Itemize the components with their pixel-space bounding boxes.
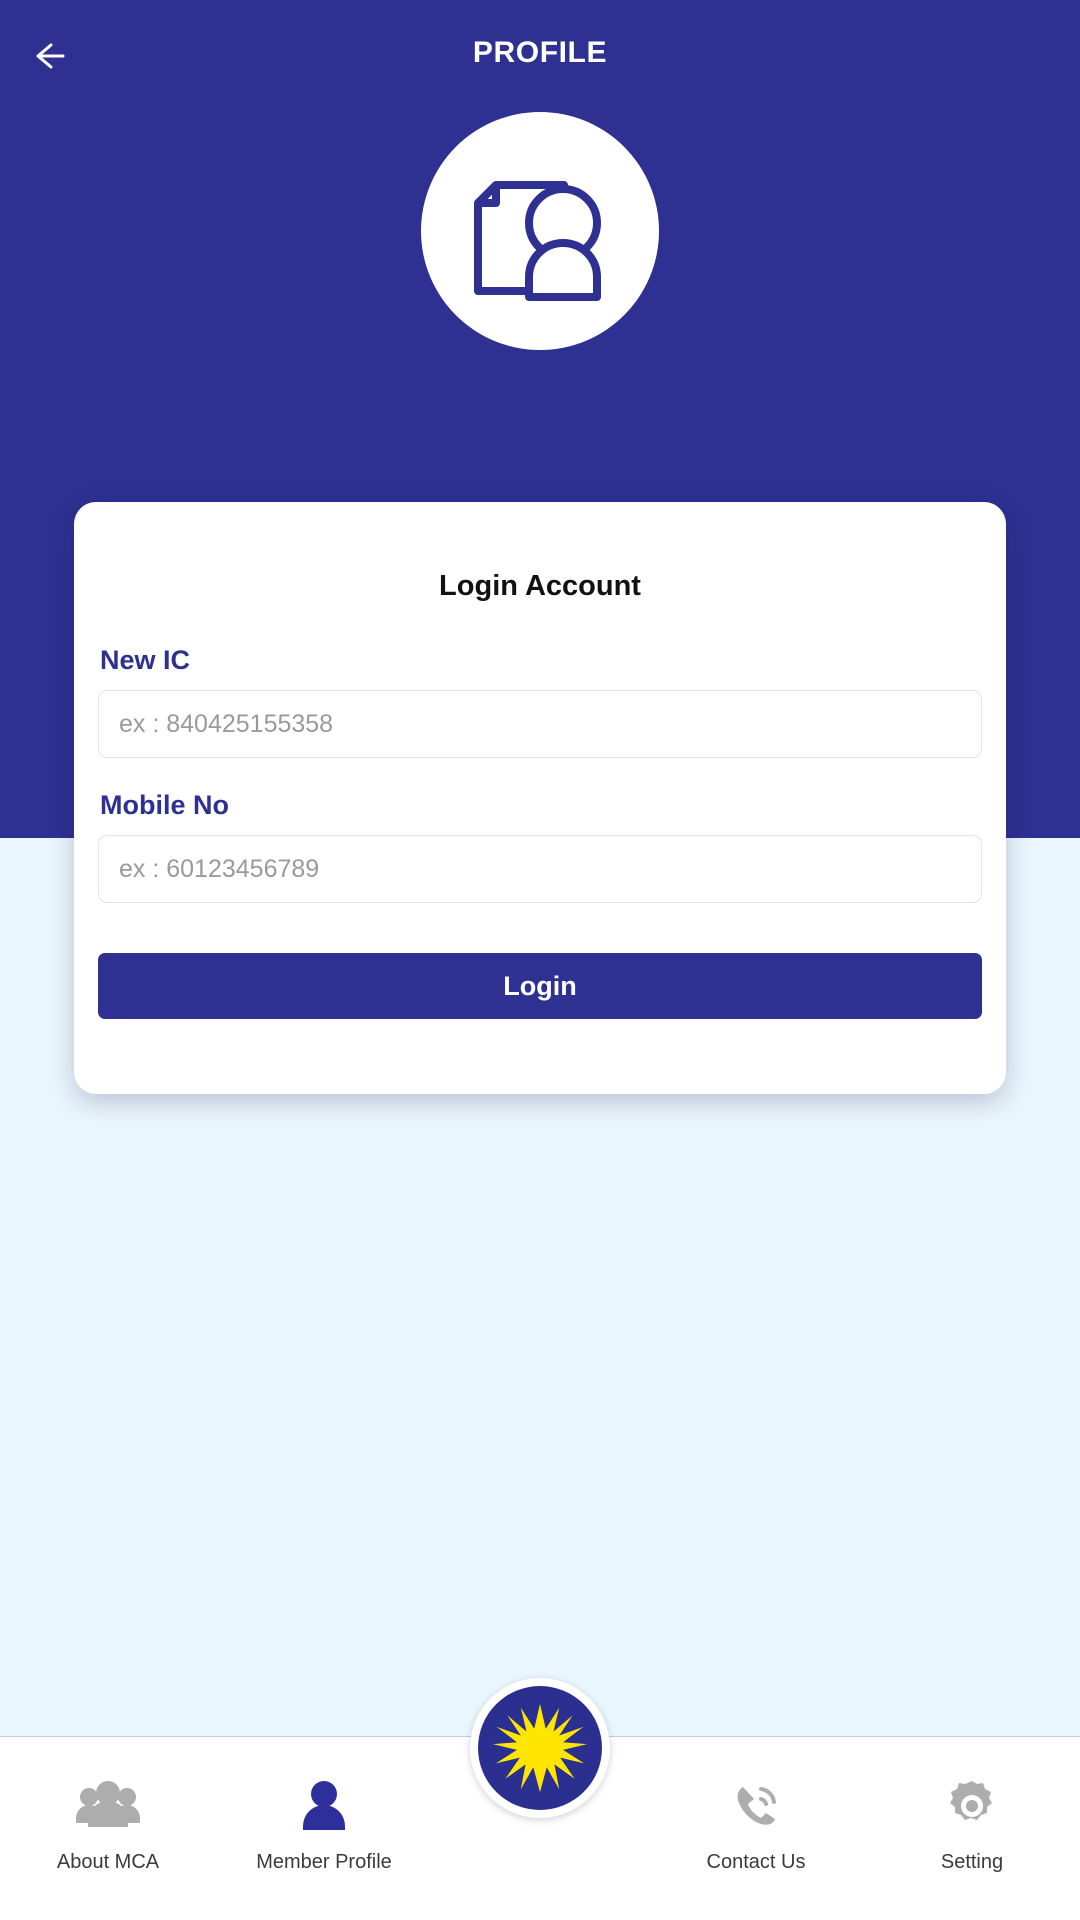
nav-label-member-profile: Member Profile [256,1851,392,1873]
nav-item-member-profile[interactable]: Member Profile [216,1737,432,1920]
people-group-icon [74,1775,142,1837]
phone-call-icon [730,1775,782,1837]
nav-item-about-mca[interactable]: About MCA [0,1737,216,1920]
login-card-title: Login Account [439,570,641,602]
field-group-mobile-no: Mobile No [98,790,982,903]
new-ic-input[interactable] [98,690,982,758]
mobile-no-label: Mobile No [100,790,229,820]
nav-label-about-mca: About MCA [56,1851,160,1873]
new-ic-label: New IC [100,645,191,675]
gear-icon [945,1775,999,1837]
page-title: PROFILE [472,36,608,69]
profile-login-screen: PROFILE Login Account New IC Mobile No [0,0,1080,1920]
login-button[interactable]: Login [98,953,982,1019]
nav-label-contact-us: Contact Us [706,1851,806,1873]
field-group-new-ic: New IC [98,645,982,758]
mobile-no-input[interactable] [98,835,982,903]
mca-star-logo-icon [478,1686,602,1810]
nav-label-setting: Setting [940,1851,1004,1873]
document-person-profile-icon [460,151,620,311]
mca-home-button[interactable] [470,1678,610,1818]
app-bar: PROFILE [0,0,1080,110]
nav-item-setting[interactable]: Setting [864,1737,1080,1920]
login-card: Login Account New IC Mobile No Login [74,502,1006,1094]
nav-item-contact-us[interactable]: Contact Us [648,1737,864,1920]
person-icon [299,1775,349,1837]
profile-avatar-circle [421,112,659,350]
